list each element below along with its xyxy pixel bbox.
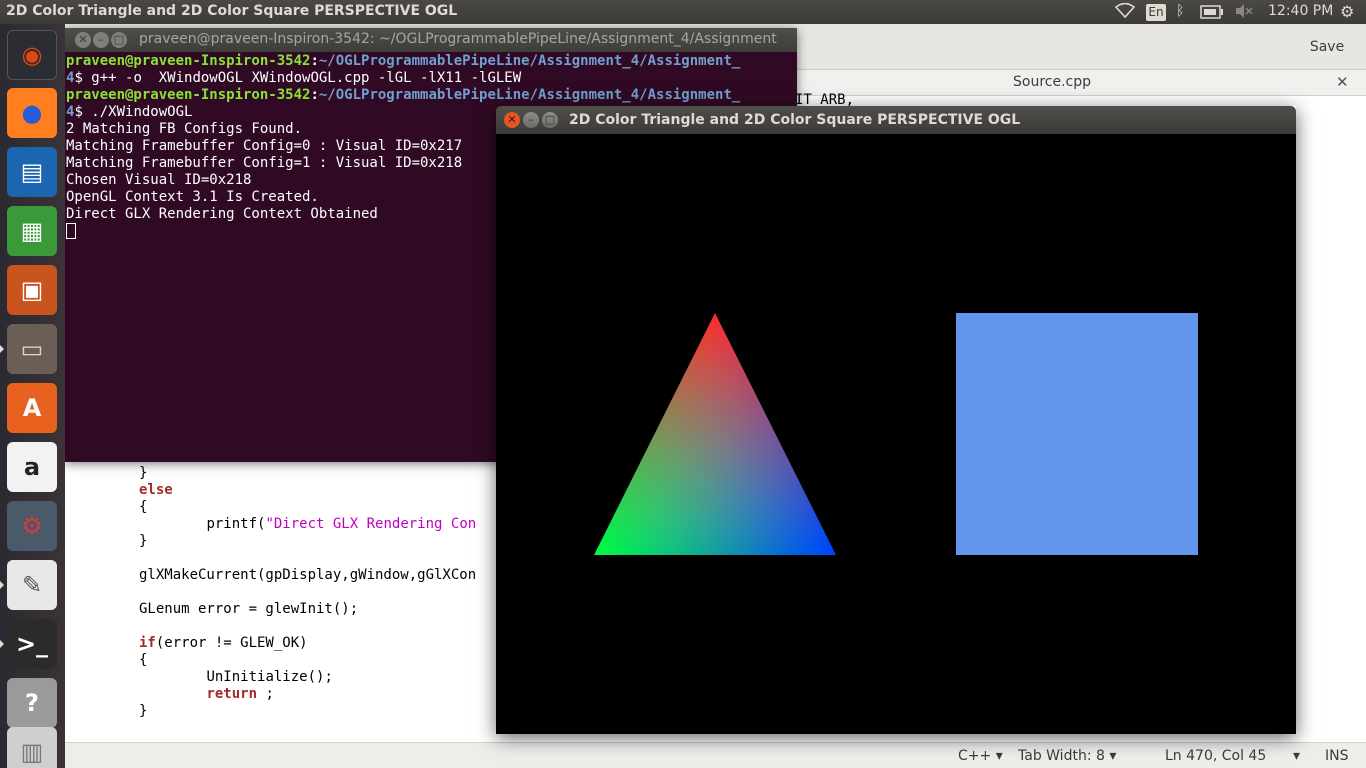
text-editor-icon[interactable]: ✎ xyxy=(7,560,57,610)
chevron-down-icon: ▾ xyxy=(995,748,1003,764)
terminal-command: $ g++ -o XWindowOGL XWindowOGL.cpp -lGL … xyxy=(74,70,522,86)
terminal-command: $ ./XWindowOGL xyxy=(74,104,193,120)
libreoffice-writer-icon[interactable]: ▤ xyxy=(7,147,57,197)
maximize-icon[interactable]: □ xyxy=(111,32,127,48)
ubuntu-dash-icon-glyph: ◉ xyxy=(21,41,43,69)
libreoffice-impress-icon[interactable]: ▣ xyxy=(7,265,57,315)
system-settings-icon[interactable]: ⚙ xyxy=(7,501,57,551)
chevron-down-icon: ▾ xyxy=(1292,748,1300,764)
keyboard-layout-indicator[interactable]: En xyxy=(1146,4,1166,21)
libreoffice-calc-icon[interactable]: ▦ xyxy=(7,206,57,256)
files-icon-glyph: ▭ xyxy=(20,335,44,363)
code-string: "Direct GLX Rendering Con xyxy=(265,516,477,532)
ubuntu-dash-icon[interactable]: ◉ xyxy=(7,30,57,80)
chevron-down-icon: ▾ xyxy=(1109,748,1117,764)
amazon-icon[interactable]: a xyxy=(7,442,57,492)
color-square xyxy=(956,313,1198,555)
libreoffice-calc-icon-glyph: ▦ xyxy=(20,217,44,245)
triangle-shape xyxy=(594,313,836,555)
cursor-position-label: Ln 470, Col 45 xyxy=(1165,748,1267,764)
bluetooth-icon[interactable]: ᛒ xyxy=(1176,3,1184,21)
running-indicator xyxy=(0,640,4,648)
code-line: UnInitialize(); xyxy=(139,669,333,686)
insert-mode: INS xyxy=(1325,748,1349,764)
help-icon-glyph: ? xyxy=(25,689,39,717)
desktop-screen: Save Source.cpp ✕ IT_ARB, } else { print… xyxy=(0,0,1366,768)
battery-icon[interactable] xyxy=(1200,5,1224,23)
text-editor-icon-glyph: ✎ xyxy=(21,571,43,599)
minimize-icon[interactable]: – xyxy=(93,32,109,48)
firefox-icon-glyph: ● xyxy=(21,99,43,127)
close-icon[interactable]: ✕ xyxy=(504,112,520,128)
code-line: else xyxy=(139,482,173,499)
terminal-icon-glyph: >_ xyxy=(15,630,49,658)
prompt-user: praveen@praveen-Inspiron-3542 xyxy=(66,87,311,103)
cursor-position[interactable]: Ln 470, Col 45 ▾ xyxy=(1165,748,1300,764)
terminal-cursor xyxy=(66,223,76,239)
firefox-icon[interactable]: ● xyxy=(7,88,57,138)
software-center-icon[interactable]: A xyxy=(7,383,57,433)
terminal-titlebar[interactable]: ✕ – □ praveen@praveen-Inspiron-3542: ~/O… xyxy=(65,28,797,52)
minimize-icon[interactable]: – xyxy=(523,112,539,128)
software-center-icon-glyph: A xyxy=(22,394,42,422)
tab-width-label: Tab Width: 8 xyxy=(1018,748,1105,764)
code-line: GLenum error = glewInit(); xyxy=(139,601,359,617)
language-label: C++ xyxy=(958,748,992,764)
terminal-icon[interactable]: >_ xyxy=(7,619,57,669)
help-icon[interactable]: ? xyxy=(7,678,57,728)
libreoffice-impress-icon-glyph: ▣ xyxy=(20,276,44,304)
close-icon[interactable]: ✕ xyxy=(1336,73,1349,91)
libreoffice-writer-icon-glyph: ▤ xyxy=(20,158,44,186)
terminal-title: praveen@praveen-Inspiron-3542: ~/OGLProg… xyxy=(139,31,777,47)
system-settings-icon-glyph: ⚙ xyxy=(21,512,43,540)
terminal-line: praveen@praveen-Inspiron-3542:~/OGLProgr… xyxy=(66,53,741,69)
editor-statusbar: C++ ▾ Tab Width: 8 ▾ Ln 470, Col 45 ▾ IN… xyxy=(65,742,1366,768)
gear-icon[interactable]: ⚙ xyxy=(1340,2,1354,21)
active-window-title: 2D Color Triangle and 2D Color Square PE… xyxy=(6,3,458,19)
opengl-window-title: 2D Color Triangle and 2D Color Square PE… xyxy=(569,112,1021,128)
code-line: { xyxy=(139,652,148,668)
code-text: ; xyxy=(257,686,274,702)
terminal-line: praveen@praveen-Inspiron-3542:~/OGLProgr… xyxy=(66,87,741,103)
code-text: printf( xyxy=(206,516,266,532)
code-text: UnInitialize(); xyxy=(206,669,333,685)
tab-source-cpp[interactable]: Source.cpp xyxy=(1013,74,1091,90)
prompt-path: ~/OGLProgrammablePipeLine/Assignment_4/A… xyxy=(318,87,741,103)
wifi-icon[interactable] xyxy=(1114,2,1136,21)
running-indicator xyxy=(0,345,4,353)
files-icon[interactable]: ▭ xyxy=(7,324,57,374)
launcher: ◉ ● ▤ ▦ ▣ ▭ Aa ⚙ ✎ >_? ▥ xyxy=(0,24,65,768)
terminal-line: 4$ g++ -o XWindowOGL XWindowOGL.cpp -lGL… xyxy=(66,70,796,87)
code-line: if(error != GLEW_OK) xyxy=(139,635,308,652)
opengl-titlebar[interactable]: ✕ – □ 2D Color Triangle and 2D Color Squ… xyxy=(496,106,1296,134)
opengl-window[interactable]: ✕ – □ 2D Color Triangle and 2D Color Squ… xyxy=(496,106,1296,734)
top-panel: 2D Color Triangle and 2D Color Square PE… xyxy=(0,0,1366,24)
save-button[interactable]: Save xyxy=(1299,32,1355,62)
code-line: } xyxy=(139,703,148,719)
amazon-icon-glyph: a xyxy=(23,453,41,481)
color-triangle xyxy=(594,313,836,555)
language-selector[interactable]: C++ ▾ xyxy=(958,748,1003,764)
prompt-path: ~/OGLProgrammablePipeLine/Assignment_4/A… xyxy=(318,53,741,69)
code-keyword: return xyxy=(206,686,258,702)
code-text: (error != GLEW_OK) xyxy=(155,635,308,651)
workspaces-icon-glyph: ▥ xyxy=(20,738,44,766)
code-line: { xyxy=(139,499,148,515)
maximize-icon[interactable]: □ xyxy=(542,112,558,128)
code-keyword: if xyxy=(139,635,156,651)
prompt-user: praveen@praveen-Inspiron-3542 xyxy=(66,53,311,69)
code-line: glXMakeCurrent(gpDisplay,gWindow,gGlXCon xyxy=(139,567,477,583)
workspaces-icon[interactable]: ▥ xyxy=(7,727,57,768)
clock[interactable]: 12:40 PM xyxy=(1268,3,1333,21)
running-indicator xyxy=(0,581,4,589)
code-line: printf("Direct GLX Rendering Con xyxy=(139,516,476,533)
volume-muted-icon[interactable] xyxy=(1234,3,1254,21)
tab-width-selector[interactable]: Tab Width: 8 ▾ xyxy=(1018,748,1116,764)
code-keyword: else xyxy=(139,482,173,498)
opengl-canvas[interactable] xyxy=(496,134,1296,734)
code-line: } xyxy=(139,465,148,481)
code-line: return ; xyxy=(139,686,274,703)
code-line: } xyxy=(139,533,148,549)
close-icon[interactable]: ✕ xyxy=(75,32,91,48)
